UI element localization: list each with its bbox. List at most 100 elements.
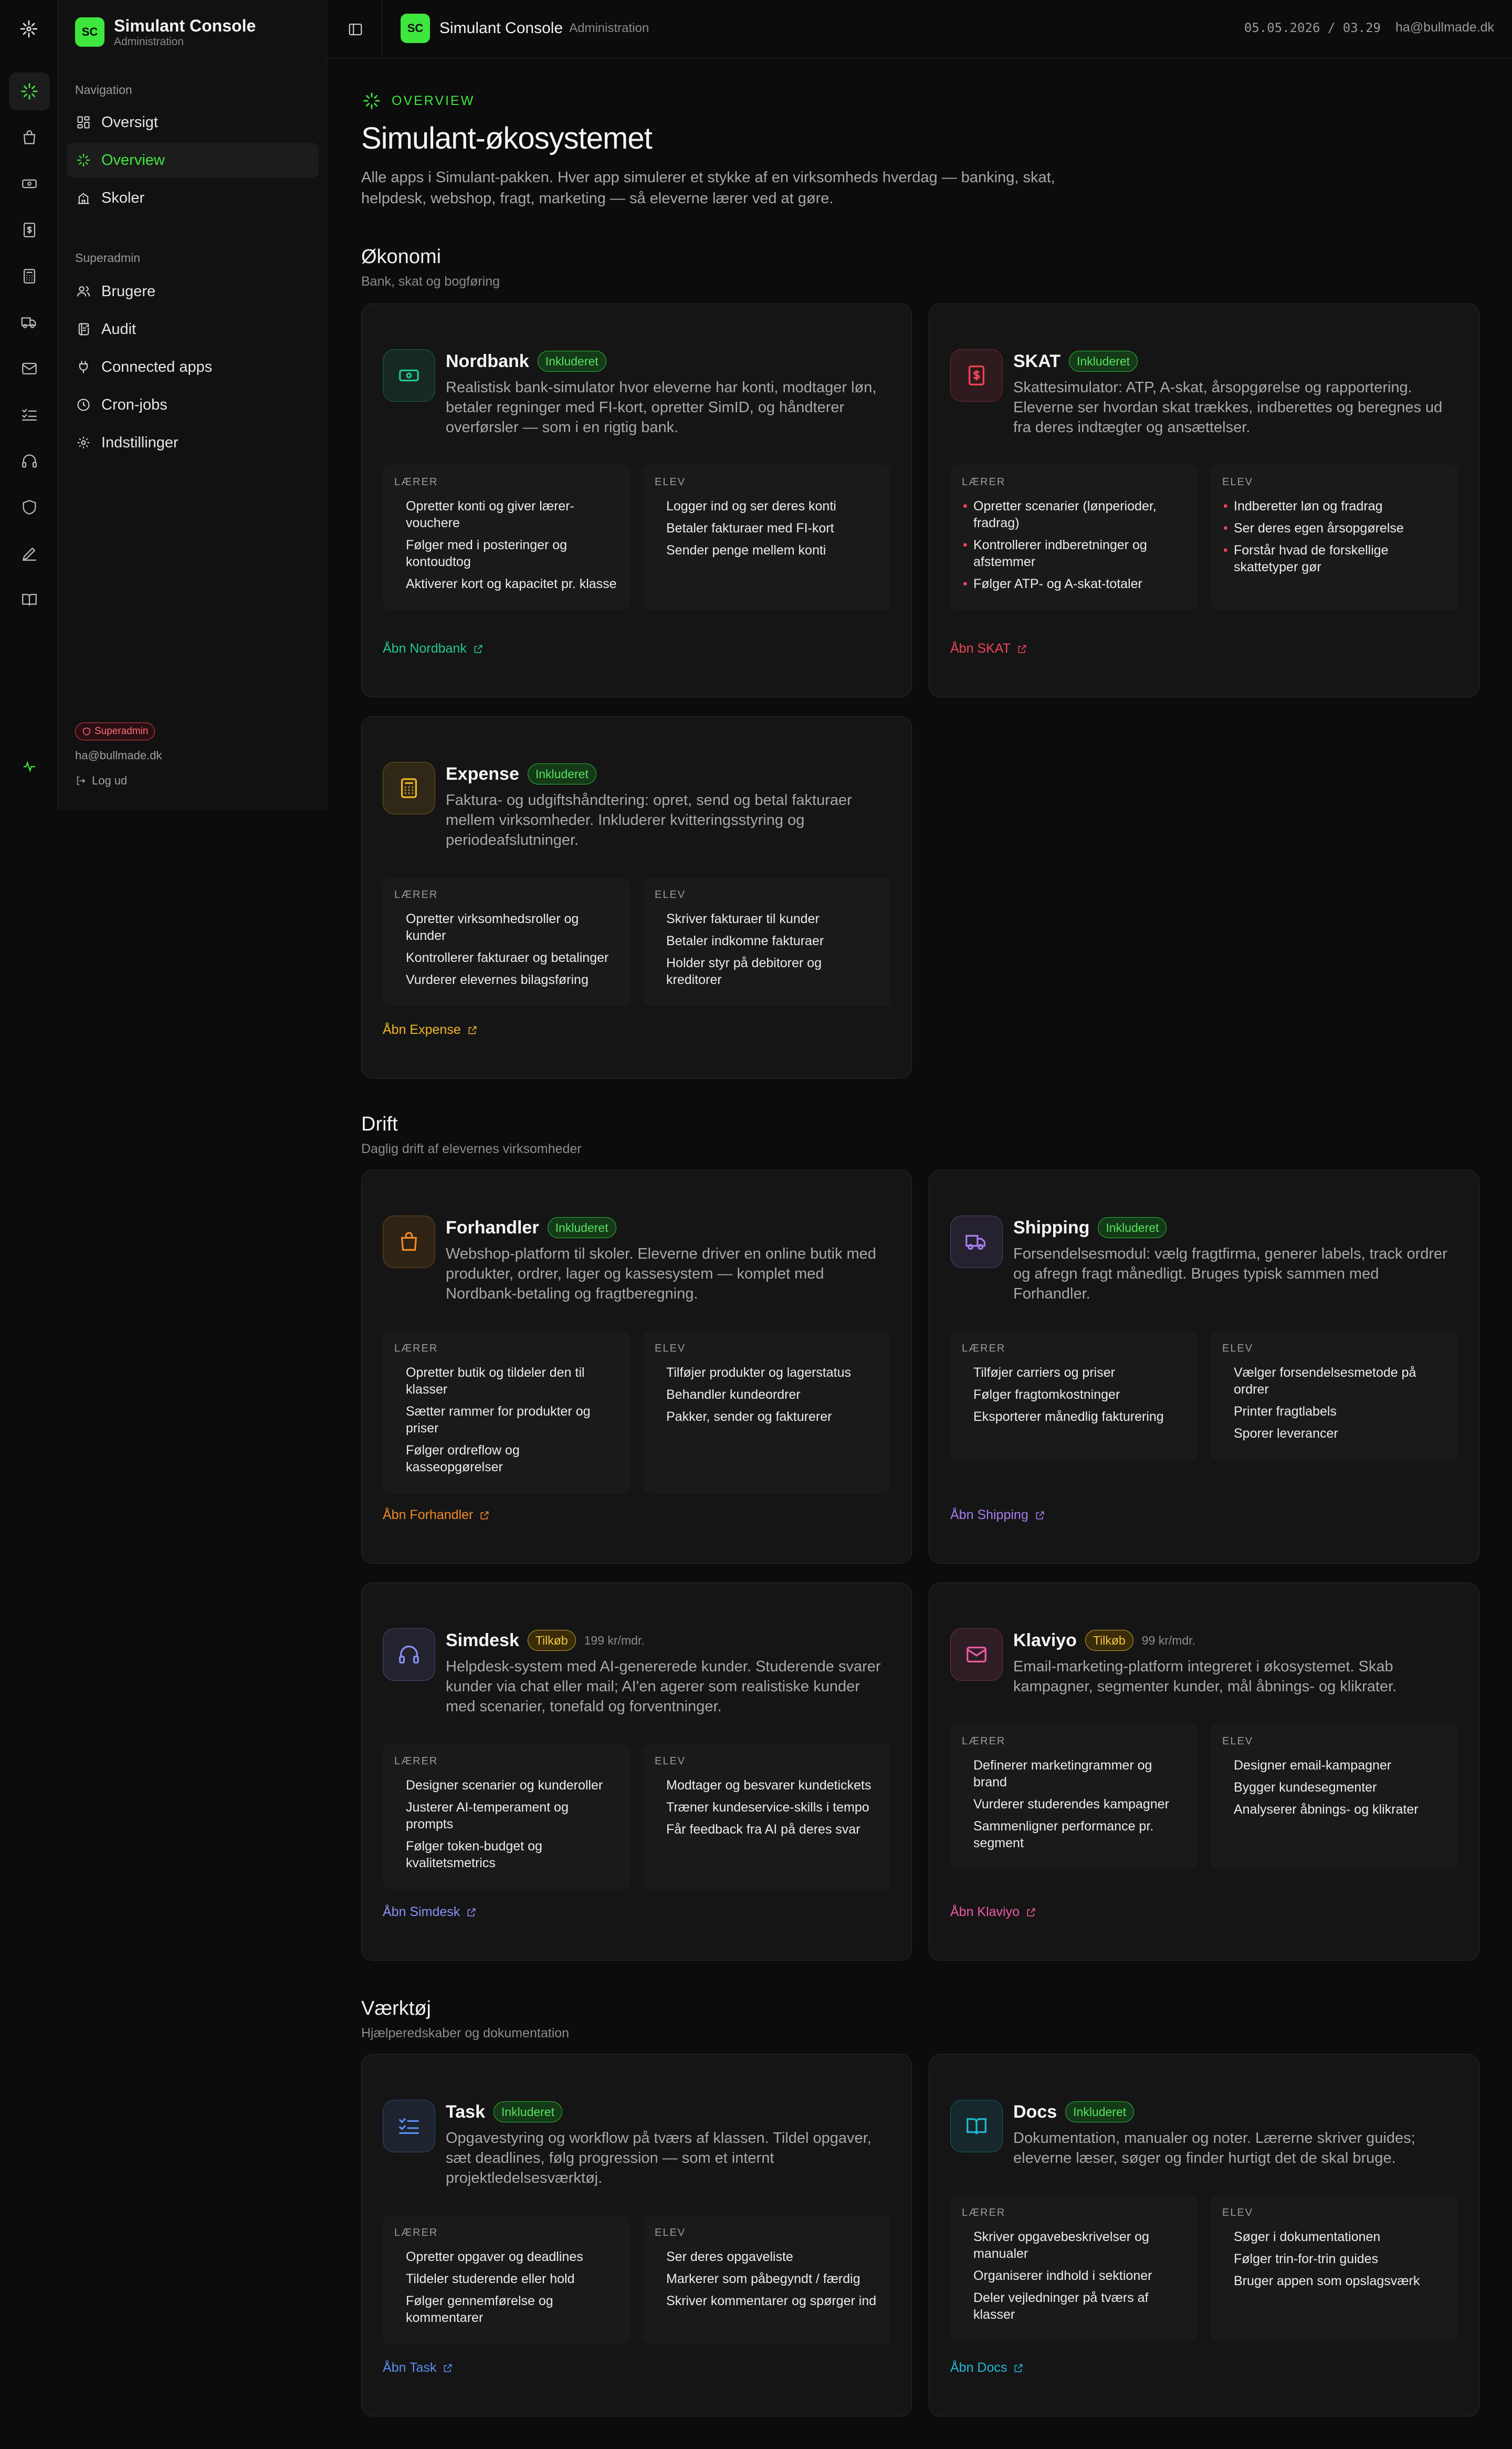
rail-forhandler[interactable] (0, 114, 58, 161)
sidebar-item-connected-apps[interactable]: Connected apps (67, 350, 319, 384)
list-item: Følger ordreflow og kasseopgørelser (406, 1443, 520, 1474)
open-task-link[interactable]: Åbn Task (383, 2360, 454, 2375)
rail-expense[interactable] (0, 253, 58, 299)
sidebar-item-audit[interactable]: Audit (67, 312, 319, 347)
external-link-icon (1025, 1906, 1037, 1919)
group-title-okonomi: Økonomi (361, 246, 442, 268)
app-card-nordbank: Nordbank Inkluderet Realistisk bank-simu… (361, 303, 912, 697)
teacher-label: LÆRER (962, 476, 1006, 488)
teacher-label: LÆRER (962, 1735, 1006, 1747)
open-expense-link[interactable]: Åbn Expense (383, 1022, 479, 1038)
status-badge: Tilkøb (1085, 1630, 1133, 1651)
sidebar-email: ha@bullmade.dk (75, 749, 162, 762)
student-label: ELEV (1222, 1735, 1254, 1747)
external-link-icon (478, 1509, 491, 1522)
list-item: Opretter konti og giver lærer-vouchere (406, 499, 574, 530)
open-shipping-link[interactable]: Åbn Shipping (950, 1508, 1046, 1523)
topbar-datetime: 05.05.2026 / 03.29 (1244, 20, 1381, 35)
external-link-icon (465, 1906, 478, 1919)
sidebar-item-skoler[interactable]: Skoler (67, 181, 319, 215)
app-name: Docs (1013, 2101, 1057, 2122)
external-link-icon (472, 643, 485, 655)
app-description: Forsendelsesmodul: vælg fragtfirma, gene… (1013, 1246, 1447, 1302)
list-item: Tilføjer carriers og priser (973, 1365, 1115, 1380)
sidebar-toggle-button[interactable] (345, 19, 366, 40)
sidebar-item-overview[interactable]: Overview (67, 143, 319, 177)
student-column: ELEV Skriver fakturaer til kunder Betaler… (643, 877, 891, 1006)
external-link-icon (442, 2362, 454, 2374)
student-column: ELEV Søger i dokumentationen Følger trin-… (1211, 2195, 1458, 2341)
open-simdesk-link[interactable]: Åbn Simdesk (383, 1904, 478, 1920)
external-link-icon (466, 1024, 479, 1037)
receipt-dollar-icon (950, 349, 1003, 402)
list-item: • Indberetter løn og fradrag (1223, 499, 1383, 514)
app-description: Helpdesk-system med AI-genererede kunder… (446, 1658, 881, 1715)
activity-icon[interactable] (0, 759, 58, 775)
list-item: Printer fragtlabels (1234, 1404, 1337, 1419)
group-title-vaerktoj: Værktøj (361, 1997, 431, 2019)
gear-icon (75, 434, 92, 451)
shield-icon (83, 727, 90, 736)
app-description: Skattesimulator: ATP, A-skat, årsopgørel… (1013, 379, 1443, 436)
logout-button[interactable]: Log ud (75, 774, 162, 788)
rail-simdesk[interactable] (0, 438, 58, 484)
app-name: Forhandler (446, 1217, 539, 1238)
topbar-subtitle: Administration (569, 21, 649, 35)
shopping-bag-icon (23, 130, 35, 144)
price-label: 199 kr/mdr. (584, 1633, 645, 1647)
topbar-brand[interactable]: SC Simulant Console Administration (401, 14, 649, 43)
rail-shield[interactable] (0, 484, 58, 530)
list-item: Tilføjer produkter og lagerstatus (666, 1365, 852, 1380)
sparkle-icon (20, 83, 38, 100)
list-item: Følger fragtomkostninger (973, 1387, 1120, 1402)
open-forhandler-link[interactable]: Åbn Forhandler (383, 1508, 491, 1523)
clock-icon (75, 396, 92, 413)
open-nordbank-link[interactable]: Åbn Nordbank (383, 641, 485, 656)
list-item: Betaler fakturaer med FI-kort (666, 521, 834, 536)
open-docs-link[interactable]: Åbn Docs (950, 2360, 1025, 2375)
grid-icon (75, 114, 92, 131)
teacher-column: LÆRER Skriver opgavebeskrivelser og manu… (950, 2195, 1198, 2341)
sidebar-item-indstillinger[interactable]: Indstillinger (67, 425, 319, 460)
teacher-label: LÆRER (394, 476, 438, 488)
list-item: Følger gennemførelse og kommentarer (406, 2294, 553, 2325)
sidebar-item-oversigt[interactable]: Oversigt (67, 105, 319, 140)
list-item: Sætter rammer for produkter og priser (406, 1404, 591, 1436)
rail-docs[interactable] (0, 577, 58, 623)
book-open-icon (22, 593, 37, 606)
rail-klaviyo[interactable] (0, 346, 58, 392)
list-item: • Følger ATP- og A-skat-totaler (963, 577, 1142, 591)
list-item: Eksporterer månedlig fakturering (973, 1409, 1164, 1424)
sparkle-logo-icon[interactable] (16, 16, 42, 42)
rail-pen[interactable] (0, 530, 58, 577)
sidebar-item-cron-jobs[interactable]: Cron-jobs (67, 388, 319, 422)
rail-task[interactable] (0, 392, 58, 438)
rail-overview[interactable] (0, 68, 58, 114)
open-klaviyo-link[interactable]: Åbn Klaviyo (950, 1904, 1037, 1920)
list-item: Opretter virksomhedsroller og kunder (406, 912, 579, 943)
panel-left-icon (349, 23, 362, 36)
list-item: Skriver opgavebeskrivelser og manualer (973, 2230, 1149, 2261)
teacher-label: LÆRER (394, 1755, 438, 1767)
sidebar-item-brugere[interactable]: Brugere (67, 274, 319, 309)
teacher-column: LÆRER Definerer marketingrammer og brand… (950, 1724, 1198, 1869)
rail-nordbank[interactable] (0, 161, 58, 207)
role-badge: Superadmin (75, 723, 155, 740)
app-card-task: Task Inkluderet Opgavestyring og workflo… (361, 2054, 912, 2416)
rail-skat[interactable] (0, 207, 58, 253)
page-lead: Alle apps i Simulant-pakken. Hver app si… (361, 169, 1055, 207)
teacher-label: LÆRER (962, 1343, 1006, 1354)
app-card-docs: Docs Inkluderet Dokumentation, manualer … (929, 2054, 1479, 2416)
price-label: 99 kr/mdr. (1141, 1633, 1195, 1647)
pen-icon (22, 547, 36, 561)
list-item: Aktiverer kort og kapacitet pr. klasse (406, 577, 617, 591)
sidebar-brand[interactable]: SC Simulant Console Administration (75, 16, 256, 48)
list-item: • Ser deres egen årsopgørelse (1223, 521, 1404, 536)
rail-shipping[interactable] (0, 299, 58, 346)
topbar-email[interactable]: ha@bullmade.dk (1395, 20, 1494, 35)
teacher-label: LÆRER (962, 2207, 1006, 2218)
open-skat-link[interactable]: Åbn SKAT (950, 641, 1028, 656)
brand-badge: SC (75, 17, 104, 47)
school-icon (75, 190, 92, 206)
list-item: • Forstår hvad de forskellige skattetyper… (1223, 543, 1389, 574)
